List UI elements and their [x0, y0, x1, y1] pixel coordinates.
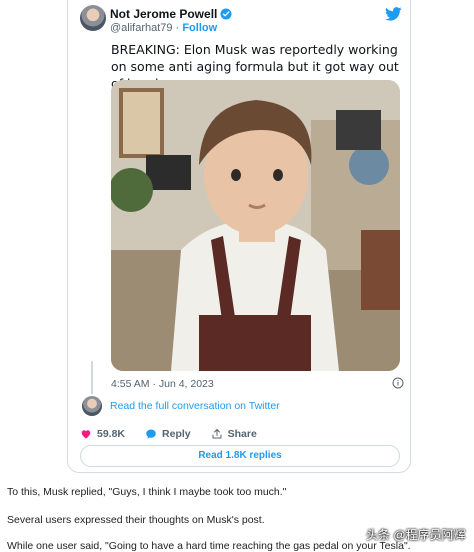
share-button[interactable]: Share	[211, 428, 257, 440]
reply-label: Reply	[162, 428, 191, 440]
twitter-icon[interactable]	[385, 7, 402, 21]
author-name-text[interactable]: Not Jerome Powell	[110, 7, 217, 21]
handle-row: @alifarhat79 · Follow	[110, 22, 217, 34]
share-label: Share	[227, 428, 257, 440]
read-replies-button[interactable]: Read 1.8K replies	[80, 445, 400, 467]
author-avatar[interactable]	[80, 5, 106, 31]
watermark: 头条 @程序员阿辉	[366, 528, 466, 542]
like-button[interactable]: 59.8K	[80, 428, 125, 440]
article-paragraph-2: Several users expressed their thoughts o…	[7, 514, 265, 526]
follow-link[interactable]: Follow	[182, 22, 217, 34]
article-paragraph-3: While one user said, "Going to have a ha…	[7, 540, 411, 552]
timestamp[interactable]: 4:55 AM · Jun 4, 2023	[111, 378, 214, 390]
read-conversation-link[interactable]: Read the full conversation on Twitter	[110, 400, 280, 412]
verified-icon	[220, 8, 232, 20]
reply-icon	[146, 429, 156, 439]
article-paragraph-1: To this, Musk replied, "Guys, I think I …	[7, 486, 287, 498]
reply-button[interactable]: Reply	[145, 428, 191, 440]
dot-separator: ·	[172, 22, 183, 34]
share-icon	[212, 429, 222, 439]
tweet-card: Not Jerome Powell @alifarhat79 · Follow …	[67, 0, 411, 473]
author-name[interactable]: Not Jerome Powell	[110, 7, 232, 21]
tweet-photo[interactable]	[111, 80, 400, 371]
conversation-avatar	[82, 396, 102, 416]
thread-line	[91, 361, 93, 394]
timestamp-row: 4:55 AM · Jun 4, 2023	[111, 377, 404, 390]
actions-row: 59.8K Reply Share	[80, 427, 257, 441]
author-handle[interactable]: @alifarhat79	[110, 22, 173, 34]
heart-icon	[81, 430, 91, 439]
like-count: 59.8K	[97, 428, 126, 440]
info-icon[interactable]	[392, 377, 404, 389]
